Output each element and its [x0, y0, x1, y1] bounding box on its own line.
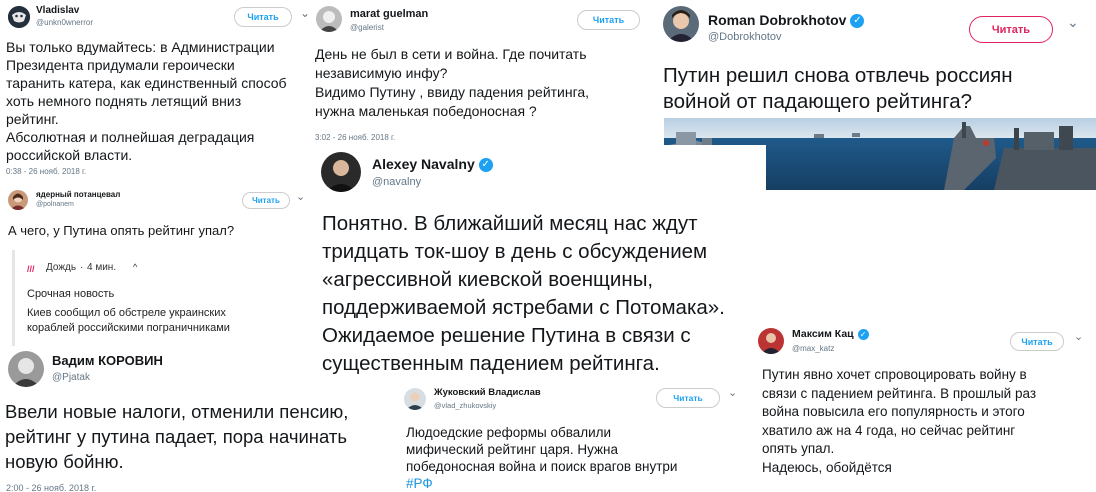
- avatar[interactable]: [663, 6, 699, 42]
- tweet-text: Путин явно хочет спровоцировать войну в …: [762, 367, 1037, 475]
- tweet-guelman: marat guelman @galerist Читать День не б…: [312, 0, 655, 142]
- chevron-down-icon[interactable]: ⌄: [728, 386, 737, 399]
- chevron-down-icon[interactable]: ⌄: [1067, 14, 1079, 31]
- person-photo-icon: [8, 351, 44, 387]
- avatar[interactable]: [404, 388, 426, 410]
- tweet-text: Понятно. В ближайший месяц нас ждут трид…: [322, 212, 725, 375]
- follow-button[interactable]: Читать: [577, 10, 640, 30]
- avatar[interactable]: [8, 351, 44, 387]
- tweet-text: Вы только вдумайтесь: в Администрации Пр…: [6, 39, 287, 163]
- author-name-text: Alexey Navalny: [372, 156, 475, 172]
- author-name[interactable]: ядерный потанцевал: [36, 190, 120, 199]
- author-name[interactable]: Alexey Navalny ✓: [372, 156, 493, 173]
- person-photo-icon: [321, 152, 361, 192]
- verified-badge-icon: ✓: [850, 14, 865, 29]
- avatar[interactable]: [321, 152, 361, 192]
- avatar[interactable]: [8, 190, 28, 210]
- tweet-vladislav: Vladislav @unkn0wnerror Читать ⌄ Вы толь…: [0, 0, 318, 180]
- chevron-down-icon[interactable]: ⌄: [296, 190, 305, 203]
- author-handle[interactable]: @max_katz: [792, 344, 834, 353]
- tweet-text: Людоедские реформы обвалили мифический р…: [406, 425, 678, 474]
- author-handle[interactable]: @unkn0wnerror: [36, 18, 93, 27]
- tweet-zhukovsky: Жуковский Владислав @vlad_zhukovskiy Чит…: [398, 380, 750, 492]
- verified-badge-icon: ✓: [478, 158, 493, 173]
- news-age: 4 мин.: [87, 262, 117, 273]
- news-body: Киев сообщил об обстреле украинских кора…: [27, 307, 230, 334]
- author-handle[interactable]: @vlad_zhukovskiy: [434, 401, 496, 410]
- author-name[interactable]: Roman Dobrokhotov ✓: [708, 12, 865, 29]
- tweet-katz: Максим Кац ✓ @max_katz Читать ⌄ Путин явн…: [754, 322, 1096, 492]
- author-name[interactable]: marat guelman: [350, 8, 428, 20]
- author-handle[interactable]: @Pjatak: [52, 372, 90, 383]
- news-source: Дождь: [46, 262, 77, 273]
- anonymous-mask-icon: [8, 6, 30, 28]
- author-handle[interactable]: @Dobrokhotov: [708, 31, 782, 43]
- author-name[interactable]: Вадим КОРОВИН: [52, 353, 163, 368]
- follow-button[interactable]: Читать: [656, 388, 720, 408]
- author-handle[interactable]: @galerist: [350, 23, 384, 32]
- chevron-down-icon[interactable]: ⌄: [1074, 330, 1083, 343]
- author-handle[interactable]: @navalny: [372, 176, 421, 188]
- author-handle[interactable]: @polnanem: [36, 201, 74, 208]
- tweet-potanceval: ядерный потанцевал @polnanem Читать ⌄ А …: [0, 182, 312, 347]
- tweet-text: А чего, у Путина опять рейтинг упал?: [8, 223, 235, 238]
- news-title: Срочная новость: [27, 288, 115, 300]
- tweet-timestamp[interactable]: 2:00 - 26 нояб. 2018 г.: [6, 483, 96, 492]
- follow-button[interactable]: Читать: [242, 192, 290, 209]
- author-name[interactable]: Максим Кац ✓: [792, 328, 869, 340]
- follow-button[interactable]: Читать: [969, 16, 1053, 43]
- hashtag-link[interactable]: #РФ: [406, 476, 433, 491]
- embedded-news-card[interactable]: /// Дождь · 4 мин. ^ Срочная новость Кие…: [12, 250, 311, 346]
- person-photo-icon: [8, 190, 28, 210]
- dozhd-logo-icon: ///: [27, 264, 35, 274]
- news-age-dot: ·: [80, 262, 84, 273]
- tweet-timestamp[interactable]: 0:38 - 26 нояб. 2018 г.: [6, 167, 86, 176]
- author-name-text: Roman Dobrokhotov: [708, 12, 847, 28]
- chevron-down-icon[interactable]: ⌄: [300, 6, 310, 20]
- tweet-navalny: Alexey Navalny ✓ @navalny Понятно. В ближ…: [314, 145, 766, 380]
- author-name[interactable]: Жуковский Владислав: [434, 387, 541, 398]
- follow-button[interactable]: Читать: [234, 7, 292, 27]
- verified-badge-icon: ✓: [857, 328, 869, 340]
- avatar[interactable]: [316, 6, 342, 32]
- person-photo-icon: [758, 328, 784, 354]
- person-photo-icon: [404, 388, 426, 410]
- collapse-caret-icon[interactable]: ^: [133, 262, 137, 272]
- tweet-text: Путин решил снова отвлечь россиян войной…: [663, 64, 1013, 113]
- follow-button[interactable]: Читать: [1010, 332, 1064, 351]
- avatar[interactable]: [8, 6, 30, 28]
- author-name[interactable]: Vladislav: [36, 5, 79, 16]
- tweet-timestamp[interactable]: 3:02 - 26 нояб. 2018 г.: [315, 133, 395, 142]
- person-photo-icon: [316, 6, 342, 32]
- author-name-text: Максим Кац: [792, 328, 854, 340]
- person-photo-icon: [663, 6, 699, 42]
- avatar[interactable]: [758, 328, 784, 354]
- tweet-text: Ввели новые налоги, отменили пенсию, рей…: [5, 401, 349, 472]
- tweet-text: День не был в сети и война. Где почитать…: [315, 46, 590, 119]
